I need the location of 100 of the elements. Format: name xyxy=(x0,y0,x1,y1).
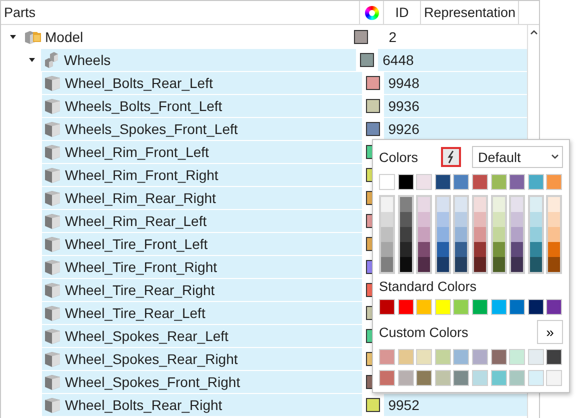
picker-title: Colors xyxy=(379,150,420,164)
lightning-icon xyxy=(446,150,456,164)
part-name: Wheel_Tire_Rear_Right xyxy=(65,282,215,298)
tree-row[interactable]: Wheels_Spokes_Front_Left xyxy=(42,118,362,140)
color-swatch[interactable] xyxy=(400,212,412,227)
color-swatch[interactable] xyxy=(436,197,449,212)
color-swatch[interactable] xyxy=(474,212,486,227)
color-swatch[interactable] xyxy=(530,227,542,242)
color-swatch[interactable] xyxy=(492,197,505,212)
color-swatch[interactable] xyxy=(436,257,449,272)
tree-row[interactable]: Wheel_Tire_Front_Right xyxy=(42,256,362,278)
color-swatch[interactable] xyxy=(400,242,412,257)
scheme-dropdown[interactable]: Default xyxy=(472,146,563,168)
color-swatch[interactable] xyxy=(436,227,449,242)
color-swatch[interactable] xyxy=(436,212,449,227)
part-name: Wheel_Bolts_Rear_Left xyxy=(65,74,213,90)
cube-icon xyxy=(44,166,61,182)
more-colors-button[interactable]: » xyxy=(537,320,563,344)
color-swatch[interactable] xyxy=(530,242,542,257)
caret-icon xyxy=(551,154,559,160)
color-swatch[interactable] xyxy=(492,227,505,242)
scroll-up-icon[interactable] xyxy=(530,29,538,35)
color-swatch[interactable] xyxy=(366,98,380,112)
color-swatch[interactable] xyxy=(400,257,412,272)
color-swatch[interactable] xyxy=(366,76,380,90)
part-name: Wheel_Spokes_Rear_Left xyxy=(65,328,228,344)
part-name: Wheel_Tire_Front_Right xyxy=(65,258,217,274)
tree-row[interactable]: Wheel_Tire_Rear_Left xyxy=(42,302,362,324)
color-swatch[interactable] xyxy=(530,197,542,212)
color-swatch[interactable] xyxy=(492,242,505,257)
part-name: Model xyxy=(45,28,84,44)
part-name: Wheel_Spokes_Front_Right xyxy=(65,374,240,390)
tree-row[interactable]: Wheel_Rim_Front_Right xyxy=(42,164,362,186)
color-swatch[interactable] xyxy=(530,257,542,272)
part-name: Wheel_Tire_Front_Left xyxy=(65,236,208,252)
color-swatch[interactable] xyxy=(381,212,393,227)
tree-row[interactable]: Wheel_Tire_Front_Left xyxy=(42,232,362,254)
color-swatch[interactable] xyxy=(381,197,393,212)
color-swatch[interactable] xyxy=(474,242,486,257)
part-name: Wheel_Rim_Rear_Right xyxy=(65,190,216,206)
color-swatch[interactable] xyxy=(418,197,430,212)
color-swatch[interactable] xyxy=(455,197,468,212)
column-header[interactable]: Representation xyxy=(421,1,519,24)
color-swatch[interactable] xyxy=(511,197,524,212)
tree-row[interactable]: Wheel_Bolts_Rear_Left xyxy=(42,72,362,94)
color-swatch[interactable] xyxy=(418,257,430,272)
tree-row[interactable]: Wheel_Spokes_Rear_Right xyxy=(42,348,362,370)
color-swatch[interactable] xyxy=(400,227,412,242)
lightning-button[interactable] xyxy=(441,147,461,167)
color-swatch[interactable] xyxy=(354,30,368,44)
color-swatch[interactable] xyxy=(418,212,430,227)
color-swatch[interactable] xyxy=(366,122,380,136)
color-swatch[interactable] xyxy=(511,257,524,272)
color-swatch[interactable] xyxy=(548,227,560,242)
color-swatch[interactable] xyxy=(360,52,374,66)
tree-row[interactable]: Model xyxy=(22,26,350,48)
tree-row[interactable]: Wheels xyxy=(41,48,356,70)
part-name: Wheel_Tire_Rear_Left xyxy=(65,304,206,320)
color-swatch[interactable] xyxy=(418,227,430,242)
color-swatch[interactable] xyxy=(381,242,393,257)
part-name: Wheel_Spokes_Rear_Right xyxy=(65,350,238,366)
color-swatch[interactable] xyxy=(418,242,430,257)
column-header[interactable]: ID xyxy=(384,1,421,24)
part-name: Wheel_Rim_Rear_Left xyxy=(65,212,207,228)
color-swatch[interactable] xyxy=(511,212,524,227)
color-swatch[interactable] xyxy=(436,242,449,257)
color-swatch[interactable] xyxy=(381,227,393,242)
cube-icon xyxy=(44,144,61,160)
color-swatch[interactable] xyxy=(381,257,393,272)
color-swatch[interactable] xyxy=(548,257,560,272)
color-swatch[interactable] xyxy=(511,242,524,257)
color-swatch[interactable] xyxy=(474,197,486,212)
color-swatch[interactable] xyxy=(492,212,505,227)
color-swatch[interactable] xyxy=(511,227,524,242)
tree-row[interactable]: Wheel_Tire_Rear_Right xyxy=(42,278,362,300)
tree-row[interactable]: Wheels_Bolts_Front_Left xyxy=(42,94,362,116)
color-swatch[interactable] xyxy=(455,212,468,227)
color-swatch[interactable] xyxy=(492,257,505,272)
color-swatch[interactable] xyxy=(548,197,560,212)
tree-row[interactable]: Wheel_Spokes_Front_Right xyxy=(42,370,362,392)
color-swatch[interactable] xyxy=(474,227,486,242)
cube-icon xyxy=(44,212,61,228)
color-swatch[interactable] xyxy=(400,197,412,212)
tree-row[interactable]: Wheel_Rim_Front_Left xyxy=(42,140,362,162)
section-label: Custom Colors xyxy=(379,324,468,340)
tree-row[interactable]: Wheel_Rim_Rear_Left xyxy=(42,210,362,232)
color-swatch[interactable] xyxy=(455,242,468,257)
color-swatch[interactable] xyxy=(474,257,486,272)
tree-row[interactable]: Wheel_Bolts_Rear_Right xyxy=(42,394,362,416)
color-swatch[interactable] xyxy=(455,257,468,272)
color-swatch[interactable] xyxy=(455,227,468,242)
tree-row[interactable]: Wheel_Spokes_Rear_Left xyxy=(42,324,362,346)
column-header[interactable]: Parts xyxy=(1,1,360,24)
color-swatch[interactable] xyxy=(548,212,560,227)
tree-row[interactable]: Wheel_Rim_Rear_Right xyxy=(42,186,362,208)
color-swatch[interactable] xyxy=(530,212,542,227)
cube-icon xyxy=(44,304,61,320)
assembly-icon xyxy=(43,52,60,68)
color-swatch[interactable] xyxy=(548,242,560,257)
color-swatch[interactable] xyxy=(366,398,380,412)
